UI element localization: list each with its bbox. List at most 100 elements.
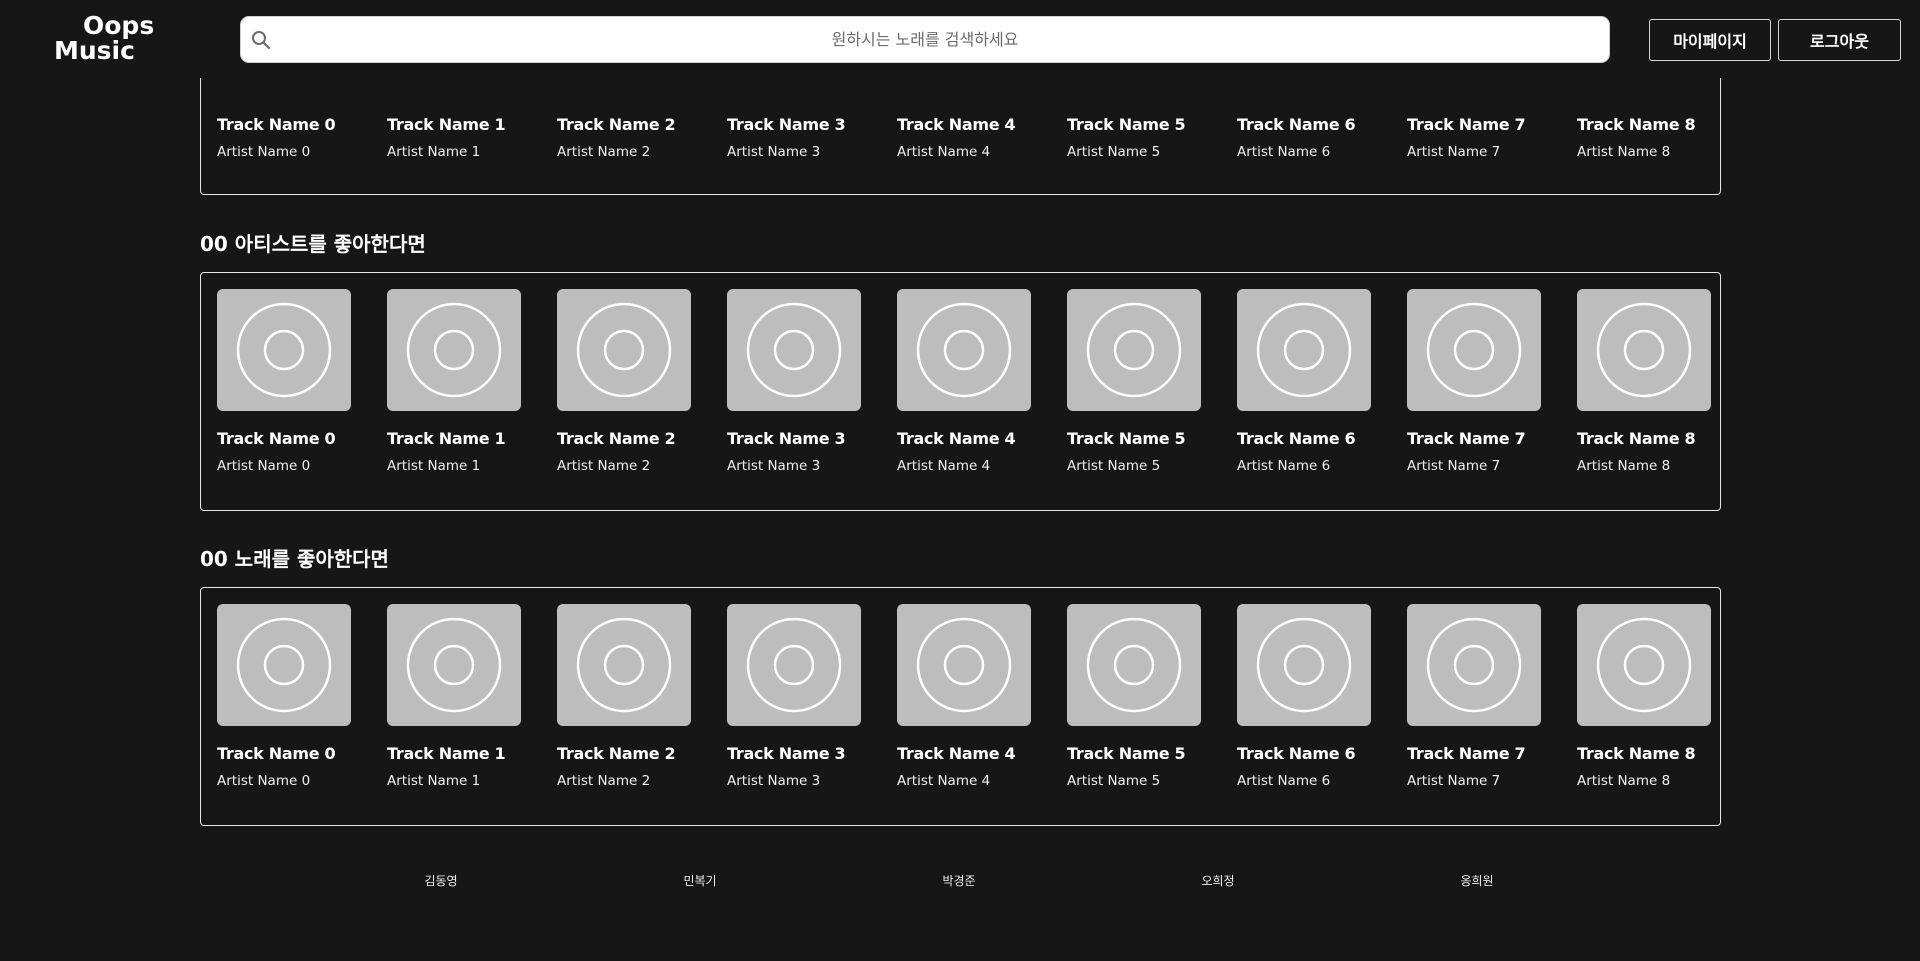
track-name[interactable]: Track Name 6 (1237, 115, 1356, 134)
logo-line-2: Music (54, 36, 135, 65)
artist-name[interactable]: Artist Name 0 (217, 458, 310, 474)
artist-name[interactable]: Artist Name 6 (1237, 144, 1330, 160)
track-name[interactable]: Track Name 8 (1577, 115, 1696, 134)
track-name[interactable]: Track Name 3 (727, 429, 846, 448)
artist-name[interactable]: Artist Name 6 (1237, 773, 1330, 789)
footer-member-name: 민복기 (683, 874, 717, 888)
track-name[interactable]: Track Name 8 (1577, 744, 1696, 763)
album-disc-icon (236, 617, 332, 713)
album-disc-icon (1256, 617, 1352, 713)
album-art[interactable] (1237, 604, 1371, 726)
track-name[interactable]: Track Name 2 (557, 429, 676, 448)
track-name[interactable]: Track Name 7 (1407, 115, 1526, 134)
track-name[interactable]: Track Name 4 (897, 115, 1016, 134)
artist-name[interactable]: Artist Name 2 (557, 773, 650, 789)
track-name[interactable]: Track Name 3 (727, 744, 846, 763)
album-disc-icon (1256, 302, 1352, 398)
artist-name[interactable]: Artist Name 6 (1237, 458, 1330, 474)
logo-line-1: Oops (83, 11, 155, 40)
artist-name[interactable]: Artist Name 1 (387, 773, 480, 789)
album-art[interactable] (1237, 289, 1371, 411)
album-art[interactable] (217, 289, 351, 411)
track-name[interactable]: Track Name 5 (1067, 429, 1186, 448)
artist-name[interactable]: Artist Name 7 (1407, 458, 1500, 474)
track-name[interactable]: Track Name 1 (387, 429, 506, 448)
album-art[interactable] (1407, 604, 1541, 726)
track-name[interactable]: Track Name 1 (387, 115, 506, 134)
album-art[interactable] (897, 604, 1031, 726)
artist-name[interactable]: Artist Name 4 (897, 773, 990, 789)
album-art[interactable] (1067, 604, 1201, 726)
track-name[interactable]: Track Name 2 (557, 744, 676, 763)
section-title-song: 00 노래를 좋아한다면 (200, 547, 389, 571)
artist-name[interactable]: Artist Name 1 (387, 144, 480, 160)
track-name[interactable]: Track Name 0 (217, 429, 336, 448)
album-art[interactable] (1407, 289, 1541, 411)
track-name[interactable]: Track Name 4 (897, 429, 1016, 448)
artist-name[interactable]: Artist Name 5 (1067, 458, 1160, 474)
logo[interactable]: Oops Music (54, 13, 154, 63)
artist-name[interactable]: Artist Name 4 (897, 458, 990, 474)
track-name[interactable]: Track Name 8 (1577, 429, 1696, 448)
album-art[interactable] (727, 289, 861, 411)
album-disc-icon (916, 617, 1012, 713)
track-name[interactable]: Track Name 6 (1237, 429, 1356, 448)
artist-name[interactable]: Artist Name 3 (727, 773, 820, 789)
album-art[interactable] (217, 604, 351, 726)
artist-name[interactable]: Artist Name 5 (1067, 773, 1160, 789)
album-disc-icon (1596, 617, 1692, 713)
track-name[interactable]: Track Name 6 (1237, 744, 1356, 763)
artist-name[interactable]: Artist Name 2 (557, 458, 650, 474)
album-art[interactable] (1577, 289, 1711, 411)
track-name[interactable]: Track Name 3 (727, 115, 846, 134)
album-art[interactable] (557, 289, 691, 411)
album-art[interactable] (557, 604, 691, 726)
album-disc-icon (1086, 302, 1182, 398)
footer-member-name: 오희정 (1201, 874, 1235, 888)
album-disc-icon (1596, 302, 1692, 398)
track-name[interactable]: Track Name 0 (217, 115, 336, 134)
mypage-button[interactable]: 마이페이지 (1649, 19, 1771, 61)
artist-name[interactable]: Artist Name 2 (557, 144, 650, 160)
track-name[interactable]: Track Name 7 (1407, 429, 1526, 448)
artist-name[interactable]: Artist Name 7 (1407, 773, 1500, 789)
album-art[interactable] (897, 289, 1031, 411)
track-name[interactable]: Track Name 4 (897, 744, 1016, 763)
album-disc-icon (746, 302, 842, 398)
footer-member-name: 박경준 (942, 874, 976, 888)
artist-name[interactable]: Artist Name 8 (1577, 773, 1670, 789)
section-title-artist: 00 아티스트를 좋아한다면 (200, 232, 426, 256)
album-disc-icon (916, 302, 1012, 398)
artist-name[interactable]: Artist Name 7 (1407, 144, 1500, 160)
track-name[interactable]: Track Name 5 (1067, 115, 1186, 134)
album-disc-icon (236, 302, 332, 398)
footer-member-name: 옹희원 (1460, 874, 1494, 888)
track-name[interactable]: Track Name 5 (1067, 744, 1186, 763)
track-name[interactable]: Track Name 2 (557, 115, 676, 134)
artist-name[interactable]: Artist Name 4 (897, 144, 990, 160)
artist-name[interactable]: Artist Name 8 (1577, 458, 1670, 474)
album-disc-icon (576, 617, 672, 713)
recommendation-panel-artist: Track Name 0 Artist Name 0 Track Name 1 Art… (200, 272, 1721, 511)
artist-name[interactable]: Artist Name 3 (727, 458, 820, 474)
album-disc-icon (576, 302, 672, 398)
logout-button[interactable]: 로그아웃 (1778, 19, 1901, 61)
album-art[interactable] (387, 289, 521, 411)
track-name[interactable]: Track Name 7 (1407, 744, 1526, 763)
track-name[interactable]: Track Name 0 (217, 744, 336, 763)
search-input[interactable] (241, 17, 1609, 62)
album-art[interactable] (727, 604, 861, 726)
album-disc-icon (406, 302, 502, 398)
album-art[interactable] (1067, 289, 1201, 411)
album-art[interactable] (387, 604, 521, 726)
artist-name[interactable]: Artist Name 0 (217, 144, 310, 160)
artist-name[interactable]: Artist Name 8 (1577, 144, 1670, 160)
album-disc-icon (406, 617, 502, 713)
artist-name[interactable]: Artist Name 1 (387, 458, 480, 474)
track-name[interactable]: Track Name 1 (387, 744, 506, 763)
footer-member-name: 김동영 (424, 874, 458, 888)
artist-name[interactable]: Artist Name 5 (1067, 144, 1160, 160)
artist-name[interactable]: Artist Name 0 (217, 773, 310, 789)
artist-name[interactable]: Artist Name 3 (727, 144, 820, 160)
album-art[interactable] (1577, 604, 1711, 726)
